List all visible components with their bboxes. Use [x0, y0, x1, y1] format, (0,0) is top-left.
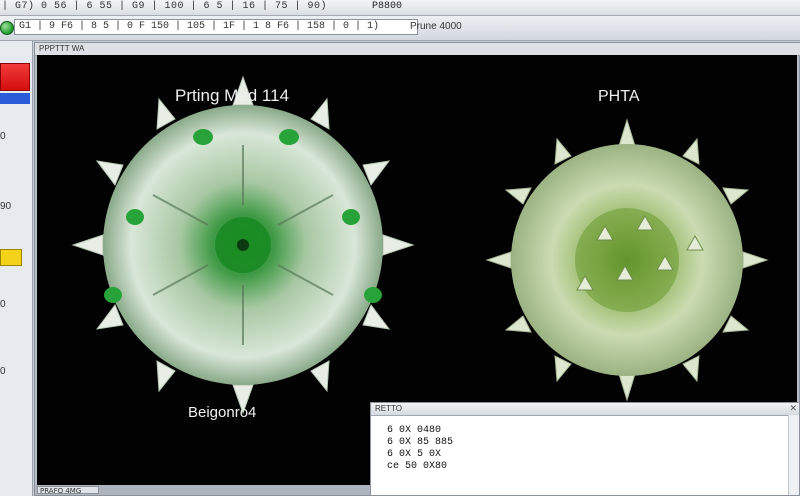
viewer-tab[interactable]: PRAFO 4MG — [37, 486, 99, 495]
specimen-right — [485, 118, 769, 402]
color-swatch-red[interactable] — [0, 63, 30, 91]
specimen-left — [71, 75, 415, 415]
side-text: 0 — [0, 299, 6, 310]
toolbar: G1 | 9 F6 | 8 5 | 0 F 150 | 105 | 1F | 1… — [0, 16, 800, 41]
path-input[interactable]: G1 | 9 F6 | 8 5 | 0 F 150 | 105 | 1F | 1… — [14, 19, 418, 35]
info-line: 6 0X 0480 — [387, 425, 442, 436]
info-panel: RETTO ✕ 6 0X 0480 6 0X 85 885 6 0X 5 0X … — [370, 402, 800, 496]
info-panel-header: RETTO — [371, 403, 799, 416]
specimen-left-top-label: Prting Med 114 — [175, 86, 290, 105]
color-swatch-blue[interactable] — [0, 93, 30, 104]
side-text: 90 — [0, 201, 12, 212]
info-line: 6 0X 85 885 — [387, 437, 454, 448]
toolbar-label: Prune 4000 — [410, 21, 462, 32]
info-line: ce 50 0X80 — [387, 461, 448, 472]
side-panel: 0 90 0 0 — [0, 41, 33, 496]
scrollbar[interactable] — [788, 415, 799, 495]
specimen-right-top-label: PHTA — [598, 88, 640, 105]
info-line: 6 0X 5 0X — [387, 449, 442, 460]
close-icon[interactable]: ✕ — [789, 404, 797, 414]
title-path-text: | G7) 0 56 | 6 55 | G9 | 100 | 6 5 | 16 … — [2, 1, 328, 12]
color-swatch-yellow[interactable] — [0, 249, 22, 266]
side-text: 0 — [0, 131, 6, 142]
window-title: P8800 — [372, 1, 403, 12]
specimen-left-bottom-label: Beigonro4 — [188, 404, 257, 421]
side-text: 0 — [0, 366, 6, 377]
go-button[interactable] — [0, 21, 14, 35]
title-bar: | G7) 0 56 | 6 55 | G9 | 100 | 6 5 | 16 … — [0, 0, 800, 16]
